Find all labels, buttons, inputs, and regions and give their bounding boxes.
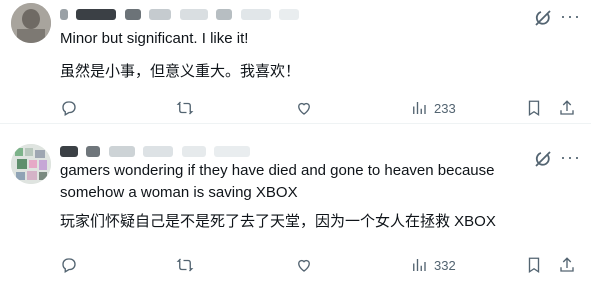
avatar-image [11,3,51,43]
retweet-button[interactable] [176,98,194,118]
bookmark-button[interactable] [525,255,543,275]
redacted-block [216,9,233,21]
reply-icon [62,258,76,273]
retweet-button[interactable] [176,255,194,275]
redacted-block [143,146,174,158]
views-icon [413,259,426,271]
redacted-block [214,146,251,158]
redacted-block [279,9,300,21]
redacted-block [86,146,101,158]
redacted-block [240,9,271,21]
more-icon[interactable]: ··· [560,6,581,26]
views-count: 233 [434,100,456,116]
avatar[interactable] [11,3,51,43]
grok-icon[interactable] [533,8,553,28]
more-icon[interactable]: ··· [560,147,581,167]
redacted-block [108,146,135,158]
redacted-block [76,9,117,21]
share-icon [560,257,574,272]
avatar-image [11,144,51,184]
redacted-block [60,9,68,21]
views-button[interactable]: 332 [410,255,456,275]
tweet-translation: 虽然是小事，但意义重大。我喜欢！ [60,63,301,80]
redacted-block [60,146,78,158]
author-name-redacted[interactable] [60,6,303,26]
tweet-text: gamers wondering if they have died and g… [60,162,495,201]
like-icon [298,102,310,115]
bookmark-icon [528,257,540,274]
views-button[interactable]: 233 [410,98,456,118]
reply-button[interactable] [60,98,78,118]
bookmark-icon [528,100,540,117]
avatar[interactable] [11,144,51,184]
retweet-icon [176,101,194,115]
like-icon [298,259,310,272]
tweet-text: Minor but significant. I like it! [60,30,249,47]
tweet-translation: 玩家们怀疑自己是不是死了去了天堂，因为一个女人在拯救 XBOX [60,213,496,230]
reply-icon [62,101,76,116]
like-button[interactable] [295,255,313,275]
tweet-actions: 332 [60,255,580,275]
bookmark-button[interactable] [525,98,543,118]
redacted-block [149,9,172,21]
reply-button[interactable] [60,255,78,275]
redacted-block [179,9,208,21]
share-button[interactable] [558,98,576,118]
retweet-icon [176,258,194,272]
redacted-block [124,9,141,21]
views-icon [413,102,426,114]
share-button[interactable] [558,255,576,275]
tweet-container: ··· Minor but significant. I like it! 虽然… [0,0,591,124]
views-count: 332 [434,257,456,273]
like-button[interactable] [295,98,313,118]
tweet-actions: 233 [60,98,580,118]
share-icon [560,100,574,115]
redacted-block [181,146,206,158]
tweet-container: ··· gamers wondering if they have died a… [0,124,591,283]
